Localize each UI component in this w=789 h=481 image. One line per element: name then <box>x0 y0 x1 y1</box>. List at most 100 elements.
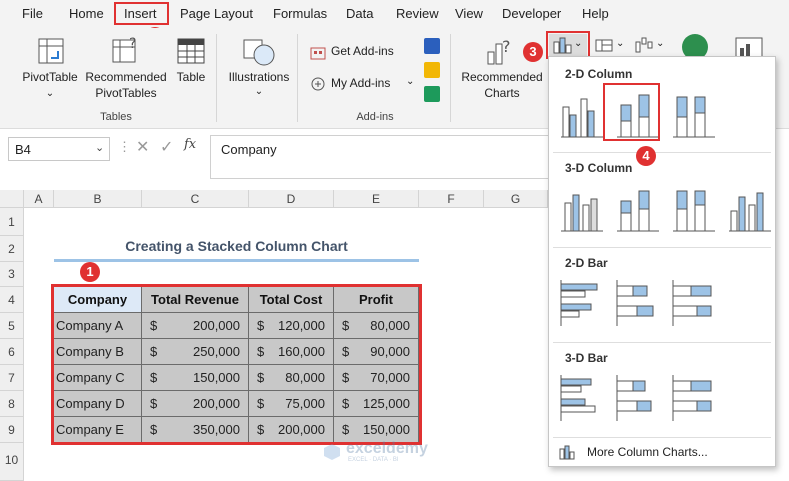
get-addins-label: Get Add-ins <box>331 44 394 58</box>
column-chart-highlight <box>546 31 590 59</box>
recommended-charts-label-1: Recommended <box>461 70 543 84</box>
menu-page-layout[interactable]: Page Layout <box>180 6 253 21</box>
watermark-name: exceldemy <box>346 440 428 457</box>
insert-function-icon[interactable]: fx <box>184 137 196 152</box>
sheet-title: Creating a Stacked Column Chart <box>125 238 348 254</box>
recommended-pivottables-button[interactable]: ? Recommended PivotTables <box>84 34 168 104</box>
svg-text:?: ? <box>129 36 136 52</box>
pivottable-label: PivotTable <box>22 70 78 84</box>
menu-review[interactable]: Review <box>396 6 439 21</box>
3d-clustered-bar-option[interactable] <box>557 371 605 427</box>
row-header-5[interactable]: 5 <box>0 313 24 339</box>
menu-data[interactable]: Data <box>346 6 373 21</box>
3d-100-stacked-bar-option[interactable] <box>669 371 717 427</box>
ribbon-separator <box>297 34 298 122</box>
3d-clustered-column-option[interactable] <box>557 181 605 237</box>
column-header-c[interactable]: C <box>142 190 249 208</box>
waterfall-chart-icon <box>635 37 653 53</box>
recommended-pivottables-label-2: PivotTables <box>95 86 157 100</box>
addins-group-label: Add-ins <box>356 111 394 123</box>
waterfall-chart-button[interactable]: ⌄ <box>634 36 668 56</box>
ribbon-separator <box>450 34 451 122</box>
section-2d-column: 2-D Column <box>565 67 633 81</box>
name-box[interactable]: B4 ⌄ <box>8 137 110 161</box>
chevron-down-icon: ⌄ <box>616 38 625 49</box>
addin-icon <box>311 77 325 91</box>
3d-100-stacked-column-option[interactable] <box>669 181 717 237</box>
3d-stacked-bar-option[interactable] <box>613 371 661 427</box>
name-box-value: B4 <box>15 142 31 157</box>
clustered-bar-option[interactable] <box>557 276 605 332</box>
tables-group-label: Tables <box>100 111 132 123</box>
recommended-pivottables-icon: ? <box>112 36 136 63</box>
menu-file[interactable]: File <box>22 6 43 21</box>
bing-maps-icon[interactable] <box>424 62 440 78</box>
100-stacked-bar-option[interactable] <box>669 276 717 332</box>
column-header-d[interactable]: D <box>249 190 334 208</box>
chevron-down-icon: ⌄ <box>45 88 55 99</box>
stacked-column-highlight <box>603 83 660 141</box>
title-underline <box>54 259 419 262</box>
svg-text:?: ? <box>502 37 511 56</box>
column-header-g[interactable]: G <box>484 190 548 208</box>
select-all-corner[interactable] <box>0 190 24 208</box>
my-addins-label: My Add-ins <box>331 76 391 90</box>
chevron-down-icon: ⌄ <box>406 76 415 87</box>
menu-help[interactable]: Help <box>582 6 609 21</box>
pivottable-button[interactable]: PivotTable ⌄ <box>20 34 80 104</box>
pivottable-icon <box>38 38 64 64</box>
hierarchy-chart-button[interactable]: ⌄ <box>594 36 628 56</box>
column-header-a[interactable]: A <box>24 190 54 208</box>
row-header-4[interactable]: 4 <box>0 287 24 313</box>
row-header-3[interactable]: 3 <box>0 262 24 287</box>
more-options-icon: ⋮ <box>118 139 131 154</box>
chevron-down-icon: ⌄ <box>656 38 665 49</box>
row-header-10[interactable]: 10 <box>0 443 24 481</box>
clustered-column-option[interactable] <box>557 87 605 143</box>
visio-icon[interactable] <box>424 38 440 54</box>
table-button[interactable]: Table <box>172 34 210 104</box>
recommended-charts-label-2: Charts <box>484 86 520 100</box>
row-header-9[interactable]: 9 <box>0 417 24 443</box>
menu-home[interactable]: Home <box>69 6 104 21</box>
3d-stacked-column-option[interactable] <box>613 181 661 237</box>
recommended-pivottables-label-1: Recommended <box>85 70 167 84</box>
cancel-icon[interactable]: ✕ <box>136 137 149 157</box>
my-addins-button[interactable]: My Add-ins ⌄ <box>310 74 420 94</box>
formula-content: Company <box>221 142 277 157</box>
column-chart-dropdown: 2-D Column 3-D Column 2-D Bar 3-D Bar Mo… <box>548 56 776 467</box>
table-icon <box>177 38 205 64</box>
illustrations-button[interactable]: Illustrations ⌄ <box>224 34 294 104</box>
menu-formulas[interactable]: Formulas <box>273 6 327 21</box>
dropdown-separator <box>553 342 771 343</box>
formula-input[interactable]: Company <box>210 135 550 179</box>
row-header-2[interactable]: 2 <box>0 236 24 262</box>
ribbon-separator <box>216 34 217 122</box>
dropdown-separator <box>553 152 771 153</box>
menu-developer[interactable]: Developer <box>502 6 561 21</box>
step-badge-4: 4 <box>636 146 656 166</box>
people-graph-icon[interactable] <box>424 86 440 102</box>
column-header-e[interactable]: E <box>334 190 419 208</box>
step-badge-3: 3 <box>523 42 543 62</box>
watermark-logo: exceldemy EXCEL · DATA · BI <box>322 440 472 466</box>
section-3d-bar: 3-D Bar <box>565 351 608 365</box>
row-header-1[interactable]: 1 <box>0 208 24 236</box>
stacked-bar-option[interactable] <box>613 276 661 332</box>
row-header-6[interactable]: 6 <box>0 339 24 365</box>
row-header-8[interactable]: 8 <box>0 391 24 417</box>
menu-view[interactable]: View <box>455 6 483 21</box>
row-header-7[interactable]: 7 <box>0 365 24 391</box>
more-column-charts-label: More Column Charts... <box>587 445 708 459</box>
column-header-b[interactable]: B <box>54 190 142 208</box>
more-column-charts-link[interactable]: More Column Charts... <box>559 443 769 463</box>
get-addins-button[interactable]: Get Add-ins <box>310 42 420 62</box>
column-header-f[interactable]: F <box>419 190 484 208</box>
3d-column-option[interactable] <box>725 181 773 237</box>
column-chart-icon <box>559 445 575 460</box>
enter-icon[interactable]: ✓ <box>160 137 173 157</box>
section-3d-column: 3-D Column <box>565 161 633 175</box>
chevron-down-icon: ⌄ <box>95 142 105 154</box>
100-stacked-column-option[interactable] <box>669 87 717 143</box>
dropdown-separator <box>553 437 771 438</box>
